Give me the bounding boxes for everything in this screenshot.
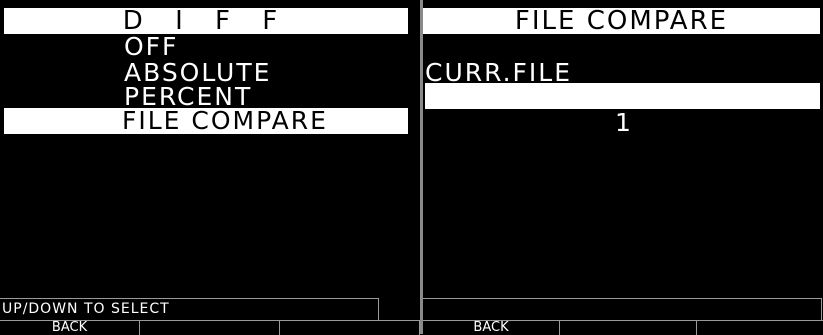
softkey-3-right[interactable] (697, 320, 823, 335)
file-compare-title: FILE COMPARE (423, 8, 820, 34)
curr-file-row[interactable]: CURR.FILE 2 (425, 34, 820, 112)
softkey-2[interactable] (140, 320, 280, 335)
diff-menu-title: D I F F (4, 8, 408, 34)
menu-item-off[interactable]: OFF (124, 34, 178, 60)
back-softkey[interactable]: BACK (0, 320, 140, 335)
menu-item-file-compare[interactable]: FILE COMPARE (4, 108, 408, 134)
type-label: TYPE (425, 107, 495, 136)
type-row[interactable]: TYPE ABSOLUTE (425, 83, 820, 161)
diff-menu-pane: D I F F OFF ABSOLUTE PERCENT FILE COMPAR… (0, 0, 420, 335)
softkey-bar: BACK (0, 320, 420, 335)
prev-file-row[interactable]: PREV.FILE 1 (425, 58, 820, 136)
softkey-3[interactable] (280, 320, 420, 335)
status-bar: UP/DOWN TO SELECT (0, 298, 379, 321)
file-compare-pane: FILE COMPARE CURR.FILE 2 PREV.FILE 1 TYP… (423, 0, 823, 335)
softkey-2-right[interactable] (560, 320, 697, 335)
back-softkey-right[interactable]: BACK (423, 320, 560, 335)
type-value: ABSOLUTE (615, 133, 763, 162)
softkey-bar-right: BACK (423, 320, 823, 335)
status-bar-right (423, 298, 822, 321)
